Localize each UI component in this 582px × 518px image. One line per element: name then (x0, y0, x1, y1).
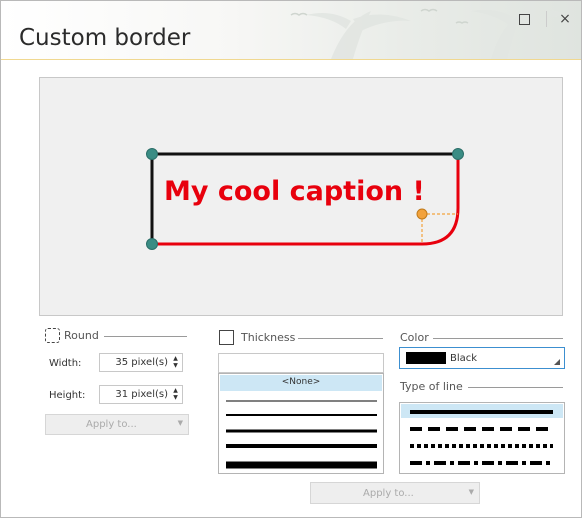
chevron-down-icon: ▼ (177, 419, 183, 427)
top-left-handle (146, 148, 158, 160)
border-preview: My cool caption ! (39, 77, 563, 316)
line-type-list[interactable] (399, 402, 565, 474)
thickness-options (226, 400, 377, 469)
spinner-arrows-icon[interactable]: ▲ ▼ (170, 355, 181, 370)
round-checkbox[interactable] (45, 328, 60, 343)
titlebar-separator (546, 11, 547, 27)
footer-apply-button[interactable]: Apply to... ▼ (310, 482, 480, 504)
thickness-list[interactable]: <None> (218, 373, 384, 474)
type-of-line-label: Type of line (400, 380, 463, 393)
color-swatch (406, 352, 446, 364)
line-type-options (410, 410, 553, 465)
dropdown-corner-icon (554, 359, 560, 365)
spinner-arrows-icon[interactable]: ▲ ▼ (170, 387, 181, 402)
corner-radius-handle (416, 208, 428, 220)
width-value: 35 pixel(s) (115, 357, 168, 368)
thickness-checkbox[interactable] (219, 330, 234, 345)
custom-border-window: Custom border × My cool caption ! Round … (0, 0, 582, 518)
height-value: 31 pixel(s) (115, 389, 168, 400)
height-spinner[interactable]: 31 pixel(s) ▲ ▼ (99, 385, 183, 404)
footer-apply-label: Apply to... (363, 488, 414, 499)
thickness-input[interactable] (218, 353, 384, 373)
height-label: Height: (49, 390, 86, 401)
bottom-left-handle (146, 238, 158, 250)
round-label: Round (64, 329, 99, 342)
maximize-icon (518, 13, 530, 25)
color-label: Color (400, 331, 429, 344)
type-of-line-divider (468, 387, 563, 388)
round-apply-button[interactable]: Apply to... ▼ (45, 414, 189, 435)
top-right-handle (452, 148, 464, 160)
color-select[interactable]: Black (399, 347, 565, 369)
round-apply-label: Apply to... (86, 419, 137, 430)
width-label: Width: (49, 358, 82, 369)
thickness-label: Thickness (241, 331, 296, 344)
maximize-button[interactable] (507, 7, 541, 31)
width-spinner[interactable]: 35 pixel(s) ▲ ▼ (99, 353, 183, 372)
title-bar: Custom border × (1, 1, 581, 60)
window-title: Custom border (19, 25, 191, 51)
close-button[interactable]: × (548, 7, 581, 31)
close-icon: × (559, 11, 571, 27)
color-divider (433, 338, 563, 339)
chevron-down-icon: ▼ (468, 488, 474, 496)
color-selected-label: Black (450, 353, 478, 364)
round-divider (104, 336, 187, 337)
thickness-divider (298, 338, 383, 339)
preview-caption: My cool caption ! (164, 176, 425, 207)
